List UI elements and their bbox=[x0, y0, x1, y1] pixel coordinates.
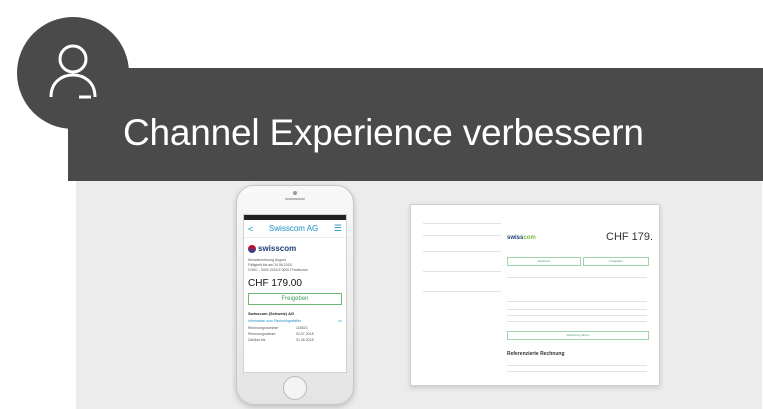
menu-icon[interactable]: ☰ bbox=[334, 223, 342, 234]
reject-button[interactable]: Ablehnen bbox=[507, 257, 581, 266]
doc-rule bbox=[507, 277, 647, 278]
open-invoice-button[interactable]: Rechnung öffnen bbox=[507, 331, 649, 340]
invoice-amount: CHF 179.00 bbox=[248, 278, 302, 289]
swisscom-logo: swisscom bbox=[244, 238, 346, 255]
doc-rule bbox=[423, 271, 501, 272]
nav-bar: < Swisscom AG ☰ bbox=[244, 220, 346, 238]
doc-logo: swisscom bbox=[507, 235, 536, 241]
kv-key: Rechnungsnummer bbox=[248, 326, 279, 330]
smartphone-mockup: < Swisscom AG ☰ swisscom Monatsrechnung … bbox=[236, 185, 354, 405]
biller-info-label: Information zum Rechnungssteller bbox=[248, 319, 302, 323]
phone-screen: < Swisscom AG ☰ swisscom Monatsrechnung … bbox=[243, 214, 347, 373]
doc-release-button[interactable]: Freigeben bbox=[583, 257, 649, 266]
nav-title: Swisscom AG bbox=[268, 224, 319, 233]
kv-key: Rechnungsdatum bbox=[248, 332, 276, 336]
doc-rule bbox=[507, 371, 647, 372]
back-icon[interactable]: < bbox=[248, 224, 253, 234]
speaker-slot bbox=[285, 198, 305, 200]
doc-rule bbox=[507, 321, 647, 322]
biller-info-link[interactable]: Information zum Rechnungssteller ••• bbox=[244, 317, 346, 325]
doc-logo-a: swiss bbox=[507, 235, 524, 241]
doc-rule bbox=[423, 291, 501, 292]
home-button[interactable] bbox=[283, 376, 307, 400]
doc-release-label: Freigeben bbox=[609, 259, 623, 263]
kv-row: Zahlbar bis 31.08.2018 bbox=[244, 337, 346, 343]
kv-value: 118813 bbox=[296, 326, 308, 330]
kv-key: Zahlbar bis bbox=[248, 338, 266, 342]
doc-amount: CHF 179. bbox=[606, 231, 654, 243]
biller-title: Swisscom (Schweiz) AG bbox=[248, 311, 295, 316]
doc-rule bbox=[423, 235, 501, 236]
referenced-invoice-heading: Referenzierte Rechnung bbox=[507, 351, 565, 357]
open-invoice-label: Rechnung öffnen bbox=[566, 333, 590, 337]
kv-value: 02.07.2018 bbox=[296, 332, 314, 336]
content-area: < Swisscom AG ☰ swisscom Monatsrechnung … bbox=[76, 181, 762, 409]
avatar bbox=[17, 17, 129, 129]
kv-value: 31.08.2018 bbox=[296, 338, 314, 342]
page-title: Channel Experience verbessern bbox=[123, 112, 644, 153]
user-icon bbox=[49, 44, 97, 99]
release-button[interactable]: Freigeben bbox=[248, 293, 342, 305]
invoice-document: swisscom CHF 179. Ablehnen Freigeben Rec… bbox=[410, 204, 660, 386]
camera-dot bbox=[293, 191, 297, 195]
detail-line: CHSC - 0000 2018 8 0000 Privatkonto bbox=[248, 268, 308, 272]
doc-logo-b: com bbox=[523, 235, 536, 241]
invoice-details: Monatsrechnung August Fälligkeit bis am … bbox=[244, 255, 346, 276]
doc-rule bbox=[423, 223, 501, 224]
reject-label: Ablehnen bbox=[537, 259, 551, 263]
title-banner: Channel Experience verbessern bbox=[68, 68, 763, 181]
doc-rule bbox=[423, 251, 501, 252]
doc-rule bbox=[507, 365, 647, 366]
more-icon[interactable]: ••• bbox=[338, 319, 342, 323]
doc-rule bbox=[507, 301, 647, 302]
swisscom-logo-icon bbox=[248, 244, 256, 253]
doc-rule bbox=[507, 315, 647, 316]
doc-rule bbox=[507, 309, 647, 310]
logo-text: swisscom bbox=[258, 244, 297, 253]
